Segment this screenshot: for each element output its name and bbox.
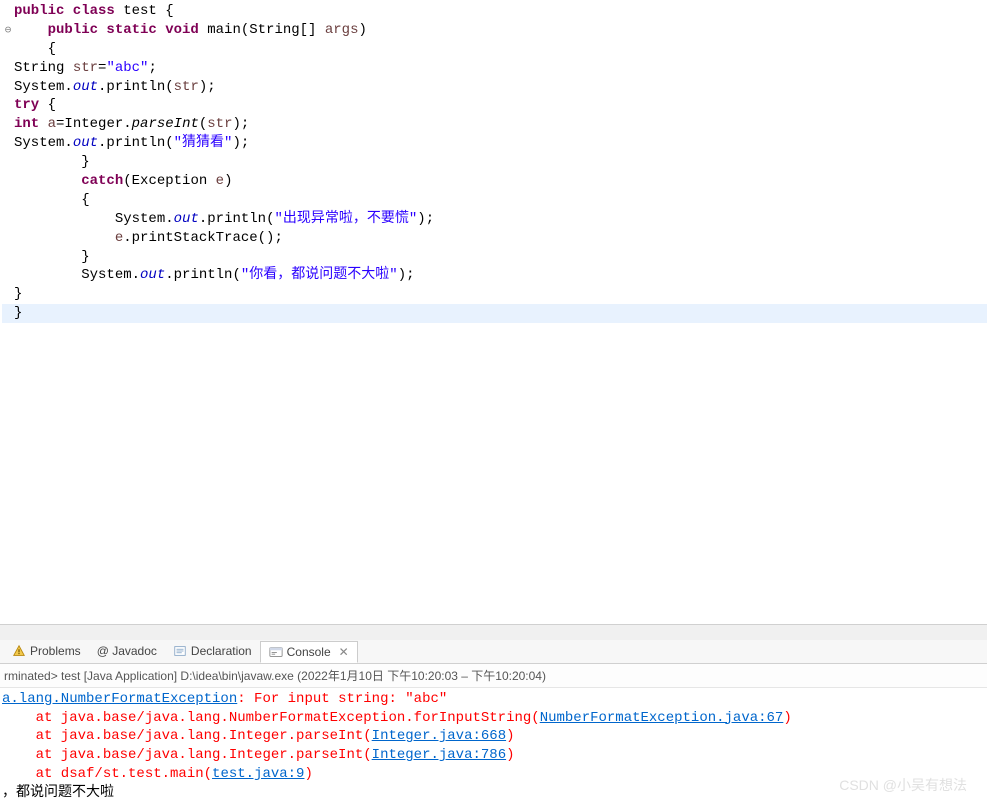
gutter-space bbox=[2, 62, 14, 77]
gutter-space bbox=[2, 137, 14, 152]
stack-trace-link[interactable]: NumberFormatException.java:67 bbox=[540, 710, 784, 726]
code-line[interactable]: System.out.println("猜猜看"); bbox=[2, 134, 987, 153]
console-line: at java.base/java.lang.Integer.parseInt(… bbox=[2, 746, 987, 765]
gutter-space bbox=[2, 251, 14, 266]
code-line[interactable]: public class test { bbox=[2, 2, 987, 21]
tab-javadoc-label: @ Javadoc bbox=[97, 644, 157, 658]
tab-problems-label: Problems bbox=[30, 644, 81, 658]
code-line[interactable]: System.out.println("出现异常啦，不要慌"); bbox=[2, 210, 987, 229]
fold-icon[interactable]: ⊖ bbox=[2, 24, 14, 39]
gutter-space bbox=[2, 118, 14, 133]
horizontal-scrollbar[interactable] bbox=[0, 624, 987, 640]
code-line[interactable]: String str="abc"; bbox=[2, 59, 987, 78]
code-line[interactable]: } bbox=[2, 153, 987, 172]
console-icon bbox=[269, 645, 283, 659]
stack-trace-link[interactable]: test.java:9 bbox=[212, 766, 304, 782]
console-output[interactable]: a.lang.NumberFormatException: For input … bbox=[0, 688, 987, 805]
gutter-space bbox=[2, 175, 14, 190]
tab-problems[interactable]: Problems bbox=[4, 641, 89, 661]
code-line[interactable]: try { bbox=[2, 96, 987, 115]
stack-trace-link[interactable]: Integer.java:786 bbox=[372, 747, 506, 763]
warning-icon bbox=[12, 644, 26, 658]
code-line[interactable]: } bbox=[2, 304, 987, 323]
gutter-space bbox=[2, 269, 14, 284]
code-line[interactable]: ⊖ public static void main(String[] args) bbox=[2, 21, 987, 40]
gutter-space bbox=[2, 43, 14, 58]
close-icon[interactable]: ✕ bbox=[335, 645, 349, 659]
gutter-space bbox=[2, 213, 14, 228]
tab-javadoc[interactable]: @ Javadoc bbox=[89, 641, 165, 661]
gutter-space bbox=[2, 288, 14, 303]
declaration-icon bbox=[173, 644, 187, 658]
gutter-space bbox=[2, 307, 14, 322]
tab-declaration-label: Declaration bbox=[191, 644, 252, 658]
code-line[interactable]: System.out.println(str); bbox=[2, 78, 987, 97]
stack-trace-link[interactable]: Integer.java:668 bbox=[372, 728, 506, 744]
code-line[interactable]: { bbox=[2, 191, 987, 210]
console-line: at java.base/java.lang.Integer.parseInt(… bbox=[2, 727, 987, 746]
console-line: at java.base/java.lang.NumberFormatExcep… bbox=[2, 709, 987, 728]
tab-declaration[interactable]: Declaration bbox=[165, 641, 260, 661]
console-line: a.lang.NumberFormatException: For input … bbox=[2, 690, 987, 709]
console-header: rminated> test [Java Application] D:\ide… bbox=[0, 664, 987, 688]
code-line[interactable]: int a=Integer.parseInt(str); bbox=[2, 115, 987, 134]
gutter-space bbox=[2, 5, 14, 20]
console-line: at dsaf/st.test.main(test.java:9) bbox=[2, 765, 987, 784]
stack-trace-link[interactable]: a.lang.NumberFormatException bbox=[2, 691, 237, 707]
code-editor[interactable]: public class test {⊖ public static void … bbox=[0, 0, 987, 624]
gutter-space bbox=[2, 232, 14, 247]
code-line[interactable]: System.out.println("你看，都说问题不大啦"); bbox=[2, 266, 987, 285]
views-tab-bar: Problems @ Javadoc Declaration Console ✕ bbox=[0, 640, 987, 664]
console-line: ，都说问题不大啦 bbox=[2, 784, 987, 803]
gutter-space bbox=[2, 81, 14, 96]
tab-console[interactable]: Console ✕ bbox=[260, 641, 358, 663]
code-line[interactable]: } bbox=[2, 285, 987, 304]
gutter-space bbox=[2, 156, 14, 171]
gutter-space bbox=[2, 99, 14, 114]
tab-console-label: Console bbox=[287, 645, 331, 659]
code-line[interactable]: } bbox=[2, 248, 987, 267]
code-line[interactable]: { bbox=[2, 40, 987, 59]
code-line[interactable]: e.printStackTrace(); bbox=[2, 229, 987, 248]
gutter-space bbox=[2, 194, 14, 209]
code-line[interactable]: catch(Exception e) bbox=[2, 172, 987, 191]
